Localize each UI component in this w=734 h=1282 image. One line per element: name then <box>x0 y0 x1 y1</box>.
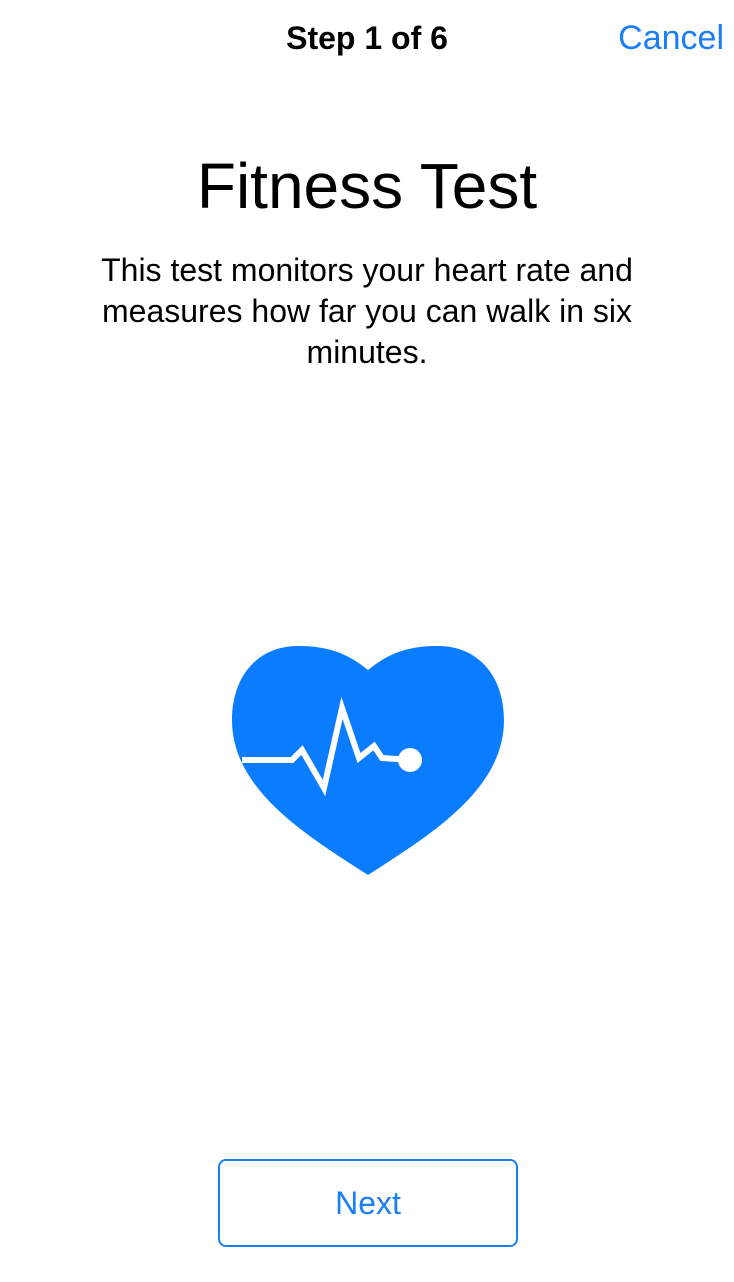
heart-rate-icon <box>226 640 510 880</box>
cancel-button[interactable]: Cancel <box>618 18 724 58</box>
navigation-bar: Step 1 of 6 Cancel <box>0 0 734 78</box>
page-title: Fitness Test <box>196 150 538 222</box>
pulse-dot <box>398 748 422 772</box>
next-button[interactable]: Next <box>218 1159 518 1247</box>
test-description: This test monitors your heart rate and m… <box>101 252 633 370</box>
